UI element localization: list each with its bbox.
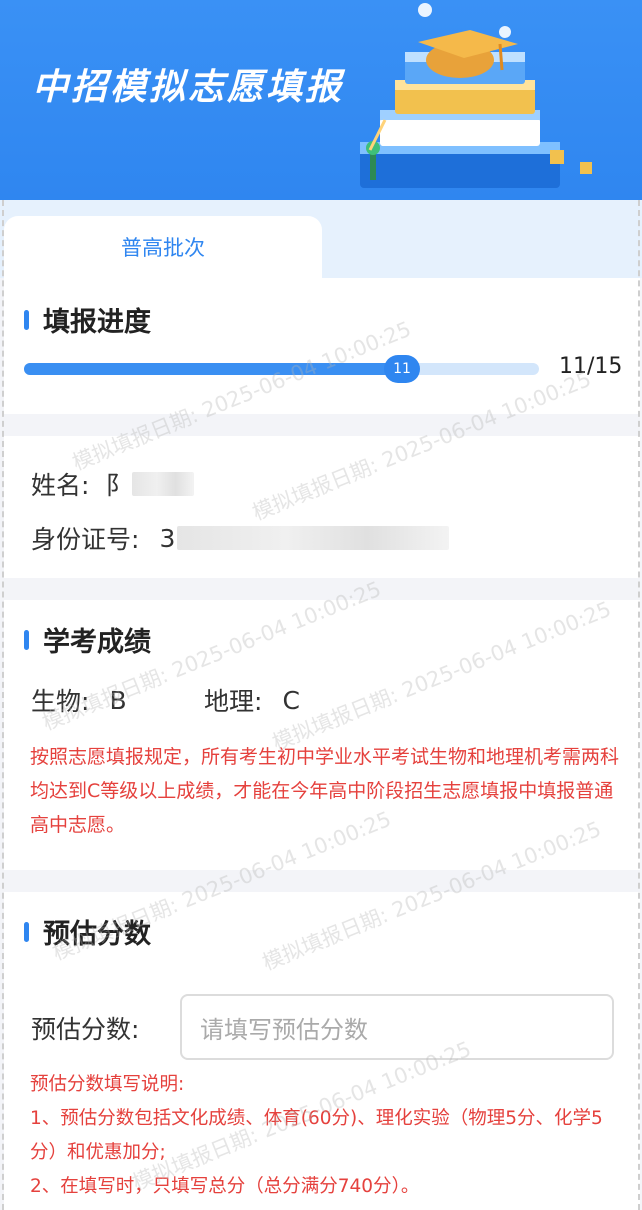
estimate-notes: 预估分数填写说明: 1、预估分数包括文化成绩、体育(60分)、理化实验（物理5分… xyxy=(30,1068,620,1204)
progress-card: 填报进度 11 11/15 xyxy=(4,278,640,414)
progress-count: 11/15 xyxy=(559,354,623,379)
estimate-score-input[interactable]: 请填写预估分数 xyxy=(180,994,614,1060)
estimate-note-1: 1、预估分数包括文化成绩、体育(60分)、理化实验（物理5分、化学5分）和优惠加… xyxy=(30,1108,603,1163)
estimate-note-heading: 预估分数填写说明: xyxy=(30,1074,185,1095)
banner-title: 中招模拟志愿填报 xyxy=(32,67,345,108)
section-marker xyxy=(24,629,29,650)
section-marker xyxy=(24,921,29,942)
batch-tabs: 普高批次 xyxy=(0,200,642,278)
biology-value: B xyxy=(109,685,127,715)
banner: 中招模拟志愿填报 xyxy=(0,0,642,200)
name-label: 姓名: xyxy=(31,471,90,500)
estimate-title: 预估分数 xyxy=(43,919,151,950)
estimate-note-2: 2、在填写时，只填写总分（总分满分740分）。 xyxy=(30,1176,420,1197)
scores-card: 学考成绩 生物: B 地理: C 按照志愿填报规定，所有考生初中学业水平考试生物… xyxy=(4,600,640,870)
name-value: 阝 xyxy=(105,471,131,500)
id-label: 身份证号: xyxy=(31,525,140,554)
progress-knob: 11 xyxy=(384,355,420,383)
estimate-label: 预估分数: xyxy=(31,1015,140,1044)
scores-section-title: 学考成绩 xyxy=(24,620,151,659)
score-rule-notice: 按照志愿填报规定，所有考生初中学业水平考试生物和地理机考需两科均达到C等级以上成… xyxy=(30,746,620,836)
redacted-block xyxy=(132,472,195,496)
estimate-card: 预估分数 预估分数: 请填写预估分数 预估分数填写说明: 1、预估分数包括文化成… xyxy=(4,892,640,1210)
scores-title: 学考成绩 xyxy=(43,627,151,658)
id-value: 3 xyxy=(159,523,176,553)
page: 中招模拟志愿填报 普高批次 填报进度 11 11/15 姓名: 阝 身份证号: … xyxy=(0,0,642,1210)
right-border xyxy=(638,200,640,1210)
id-row: 身份证号: 3 xyxy=(31,520,450,556)
redacted-block xyxy=(177,526,450,550)
progress-section-title: 填报进度 xyxy=(24,300,151,339)
left-border xyxy=(2,200,4,1210)
progress-title: 填报进度 xyxy=(43,307,151,338)
tab-regular-high-school[interactable]: 普高批次 xyxy=(4,216,322,278)
estimate-section-title: 预估分数 xyxy=(24,912,151,951)
geography-label: 地理: xyxy=(204,687,263,716)
geography-score: 地理: C xyxy=(204,682,300,718)
progress-bar: 11 xyxy=(24,355,539,383)
name-row: 姓名: 阝 xyxy=(31,466,195,502)
biology-score: 生物: B xyxy=(31,682,127,718)
section-marker xyxy=(24,309,29,330)
biology-label: 生物: xyxy=(31,687,90,716)
identity-card: 姓名: 阝 身份证号: 3 xyxy=(4,436,640,578)
progress-fill xyxy=(24,363,402,375)
geography-value: C xyxy=(282,685,300,715)
graduation-books-illustration xyxy=(360,3,592,188)
